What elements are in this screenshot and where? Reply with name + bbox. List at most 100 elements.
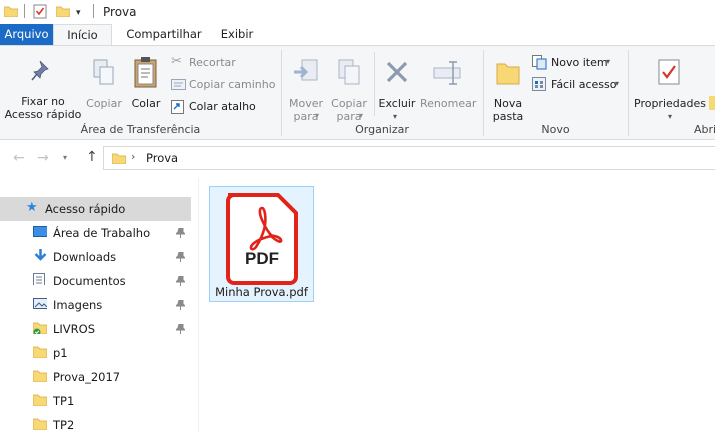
sidebar-item-tp1[interactable]: TP1: [0, 389, 191, 413]
copy-to-button[interactable]: Copiar para ▾: [328, 52, 370, 124]
sidebar-item-p1[interactable]: p1: [0, 341, 191, 365]
paste-clipboard-icon: [134, 57, 157, 88]
copy-to-label-line1: Copiar: [331, 97, 367, 110]
tab-inicio[interactable]: Início: [53, 24, 112, 45]
open-group-icon-partial: [709, 96, 715, 110]
tab-exibir[interactable]: Exibir: [214, 24, 260, 45]
paste-button[interactable]: Colar: [127, 52, 165, 124]
chevron-down-icon: ▾: [668, 112, 673, 121]
new-item-label: Novo item: [551, 56, 608, 69]
pane-divider: [198, 178, 199, 432]
cut-label: Recortar: [189, 56, 236, 69]
copy-label: Copiar: [86, 97, 122, 110]
properties-icon: [658, 59, 680, 85]
pin-icon[interactable]: [174, 275, 187, 289]
pdf-file-icon: [226, 193, 298, 285]
easy-access-label: Fácil acesso: [551, 78, 617, 91]
back-arrow-icon[interactable]: ←: [13, 150, 25, 166]
recent-locations-chevron-icon[interactable]: ▾: [63, 153, 67, 162]
paste-shortcut-icon: [171, 100, 184, 114]
breadcrumb-item[interactable]: Prova: [146, 151, 178, 165]
sidebar-item-label: Imagens: [53, 298, 103, 312]
pin-icon[interactable]: [174, 323, 187, 337]
move-to-label-line1: Mover: [288, 97, 324, 110]
delete-label: Excluir: [378, 97, 416, 110]
address-bar[interactable]: › Prova: [103, 146, 715, 170]
sidebar-item-documentos[interactable]: Documentos: [0, 269, 191, 293]
new-folder-quick-icon[interactable]: [56, 5, 70, 17]
new-folder-button[interactable]: Nova pasta: [487, 52, 529, 124]
sidebar-item-area-de-trabalho[interactable]: Área de Trabalho: [0, 221, 191, 245]
folder-icon: [33, 322, 47, 334]
sidebar-item-label: Downloads: [53, 250, 117, 264]
sidebar-item-imagens[interactable]: Imagens: [0, 293, 191, 317]
folder-icon: [33, 394, 47, 406]
copy-to-icon: [338, 59, 360, 85]
pin-quick-access-button[interactable]: Fixar no Acesso rápido: [4, 52, 82, 124]
pin-icon[interactable]: [174, 227, 187, 241]
new-item-button[interactable]: Novo item ▾: [531, 54, 627, 72]
pin-icon[interactable]: [174, 299, 187, 313]
star-icon: ★: [26, 200, 38, 215]
sidebar-item-label: TP1: [53, 394, 75, 408]
chevron-down-icon: ▾: [315, 111, 320, 120]
rename-icon: [433, 61, 461, 85]
easy-access-button[interactable]: Fácil acesso ▾: [531, 76, 627, 94]
breadcrumb-separator-icon[interactable]: ›: [131, 150, 135, 163]
copy-path-button[interactable]: Copiar caminho: [170, 76, 280, 94]
ribbon-separator: [628, 50, 629, 136]
chevron-down-icon: ▾: [615, 79, 620, 88]
properties-checklist-icon[interactable]: [33, 3, 47, 19]
title-bar: ▾ Prova: [0, 0, 715, 24]
paste-label: Colar: [131, 97, 161, 110]
window-title: Prova: [103, 5, 137, 19]
new-group-label: Novo: [541, 123, 570, 136]
pin-label-line2: Acesso rápido: [4, 108, 82, 121]
tab-arquivo[interactable]: Arquivo: [0, 24, 53, 45]
cut-button[interactable]: ✂ Recortar: [170, 54, 270, 72]
copy-path-label: Copiar caminho: [189, 78, 276, 91]
new-folder-label-line2: pasta: [492, 110, 524, 123]
ribbon: Fixar no Acesso rápido Copiar Colar ✂ Re…: [0, 45, 715, 140]
chevron-down-icon: ▾: [393, 112, 398, 121]
folder-icon: [112, 153, 126, 164]
folder-icon: [33, 346, 47, 358]
customize-toolbar-icon[interactable]: ▾: [76, 8, 81, 18]
copy-to-label-line2: para: [336, 110, 362, 123]
download-icon: [34, 249, 47, 261]
new-folder-label-line1: Nova: [493, 97, 523, 110]
open-group-label: Abri: [694, 123, 715, 136]
properties-button[interactable]: Propriedades ▾: [632, 52, 708, 124]
ribbon-tabs: Arquivo Início Compartilhar Exibir: [0, 24, 715, 45]
clipboard-group-label: Área de Transferência: [80, 123, 201, 136]
rename-button[interactable]: Renomear: [420, 52, 476, 124]
sidebar-item-label: LIVROS: [53, 322, 96, 336]
sidebar-item-tp2[interactable]: TP2: [0, 413, 191, 432]
desktop-icon: [33, 226, 47, 237]
paste-shortcut-button[interactable]: Colar atalho: [170, 98, 270, 116]
delete-x-icon: [386, 61, 408, 83]
sidebar-item-downloads[interactable]: Downloads: [0, 245, 191, 269]
new-item-icon: [532, 55, 547, 70]
up-arrow-icon[interactable]: ↑: [86, 149, 98, 165]
move-to-button[interactable]: Mover para ▾: [286, 52, 326, 124]
navigation-pane: ★ Acesso rápido Área de Trabalho Downloa…: [0, 178, 191, 432]
forward-arrow-icon[interactable]: →: [37, 150, 49, 166]
tab-compartilhar[interactable]: Compartilhar: [118, 24, 210, 45]
pin-icon: [31, 60, 49, 81]
paste-shortcut-label: Colar atalho: [189, 100, 256, 113]
sidebar-item-label: p1: [53, 346, 68, 360]
sidebar-item-prova-2017[interactable]: Prova_2017: [0, 365, 191, 389]
sidebar-item-acesso-rapido[interactable]: ★ Acesso rápido: [0, 197, 191, 221]
copy-path-icon: [171, 79, 186, 90]
pin-icon[interactable]: [174, 251, 187, 265]
chevron-down-icon: ▾: [359, 111, 364, 120]
file-item[interactable]: PDF Minha Prova.pdf: [209, 186, 314, 302]
folder-icon: [33, 370, 47, 382]
copy-button[interactable]: Copiar: [84, 52, 124, 124]
properties-label: Propriedades: [634, 97, 706, 110]
delete-button[interactable]: Excluir ▾: [377, 52, 417, 124]
sidebar-item-livros[interactable]: LIVROS: [0, 317, 191, 341]
scissors-icon: ✂: [171, 54, 182, 69]
move-to-icon: [294, 59, 318, 81]
